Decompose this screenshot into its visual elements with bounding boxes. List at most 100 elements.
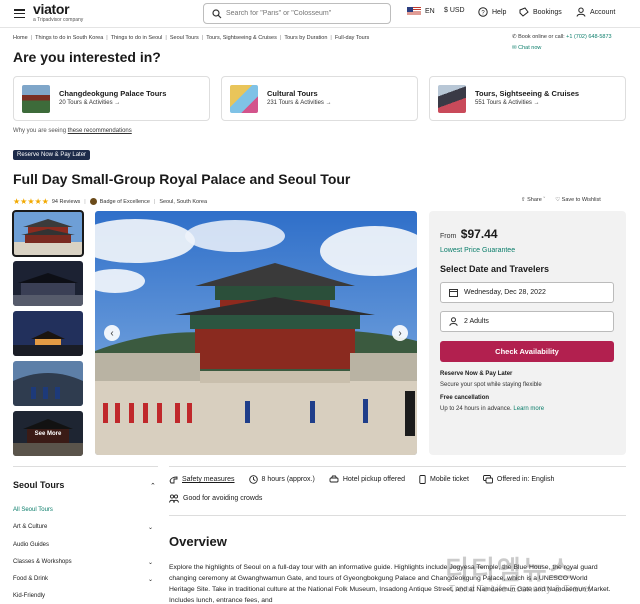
menu-icon[interactable] bbox=[14, 9, 25, 18]
logo[interactable]: viator a Tripadvisor company bbox=[33, 1, 83, 23]
breadcrumb-separator: | bbox=[106, 35, 108, 41]
product-title: Full Day Small-Group Royal Palace and Se… bbox=[13, 171, 351, 187]
gallery-thumbnail[interactable] bbox=[13, 311, 83, 356]
wishlist-button[interactable]: ♡ Save to Wishlist bbox=[555, 197, 601, 203]
search-input[interactable] bbox=[226, 10, 376, 17]
recommendations-link[interactable]: these recommendations bbox=[68, 128, 132, 134]
breadcrumb-item[interactable]: Full-day Tours bbox=[335, 35, 369, 41]
overview-heading: Overview bbox=[169, 534, 227, 549]
sidebar-item-label: Food & Drink bbox=[13, 576, 49, 583]
sidebar-item-audio-guides[interactable]: Audio Guides bbox=[13, 542, 153, 559]
cancellation-info: Free cancellation Up to 24 hours in adva… bbox=[440, 393, 615, 415]
sidebar-item-label: Classes & Workshops bbox=[13, 558, 72, 565]
card-thumbnail bbox=[230, 84, 258, 113]
share-icon: ⇧ bbox=[521, 197, 526, 203]
chat-icon: ✉ bbox=[512, 45, 517, 51]
safety-label: Safety measures bbox=[182, 476, 235, 483]
chevron-up-icon[interactable]: ⌃ bbox=[150, 482, 156, 490]
account-link[interactable]: Account bbox=[576, 7, 615, 17]
excellence-label: Badge of Excellence bbox=[99, 198, 150, 205]
speech-bubble-icon bbox=[482, 475, 493, 484]
help-label: Help bbox=[492, 8, 507, 16]
card-count: 551 Tours & Activities → bbox=[475, 100, 540, 106]
sidebar-item-label: Art & Culture bbox=[13, 524, 48, 531]
chevron-right-icon: › bbox=[398, 327, 402, 339]
account-label: Account bbox=[590, 8, 616, 16]
phone-number[interactable]: +1 (702) 648-5873 bbox=[566, 34, 611, 40]
separator: | bbox=[153, 198, 156, 205]
card-thumbnail bbox=[22, 84, 50, 113]
sidebar-item-art-culture[interactable]: Art & Culture ⌄ bbox=[13, 524, 153, 541]
see-more-thumbnail[interactable]: See More bbox=[13, 411, 83, 456]
bookings-link[interactable]: Bookings bbox=[519, 7, 562, 17]
interest-card[interactable]: Changdeokgung Palace Tours 20 Tours & Act… bbox=[13, 76, 210, 121]
gallery-thumbnail[interactable] bbox=[13, 261, 83, 306]
breadcrumb-item[interactable]: Tours by Duration bbox=[284, 35, 327, 41]
learn-more-link[interactable]: Learn more bbox=[513, 406, 544, 412]
search-box[interactable] bbox=[203, 3, 391, 24]
chat-label: Chat now bbox=[518, 45, 542, 51]
sidebar-item-all-seoul-tours[interactable]: All Seoul Tours bbox=[13, 507, 153, 524]
sidebar-title: Seoul Tours bbox=[13, 480, 65, 490]
interest-card[interactable]: Tours, Sightseeing & Cruises 551 Tours & … bbox=[429, 76, 626, 121]
divider bbox=[169, 515, 626, 516]
breadcrumb-separator: | bbox=[201, 35, 204, 41]
lowest-price-guarantee[interactable]: Lowest Price Guarantee bbox=[440, 247, 615, 254]
safety-measures-link[interactable]: Safety measures bbox=[169, 475, 235, 484]
help-icon: ? bbox=[478, 7, 488, 17]
currency-selector[interactable]: $ USD bbox=[444, 7, 465, 14]
breadcrumb-item[interactable]: Seoul Tours bbox=[170, 35, 199, 41]
location-label[interactable]: Seoul, South Korea bbox=[159, 199, 207, 205]
overview-text: Explore the highlights of Seoul on a ful… bbox=[169, 564, 611, 604]
travelers-picker[interactable]: 2 Adults bbox=[440, 311, 614, 332]
chevron-down-icon: ⌄ bbox=[147, 525, 153, 532]
duration-label: 8 hours (approx.) bbox=[261, 476, 315, 483]
brand-subtitle: a Tripadvisor company bbox=[33, 17, 84, 23]
why-text: Why you are seeing bbox=[13, 128, 67, 134]
night-photo-icon bbox=[13, 261, 83, 306]
from-label: From bbox=[440, 233, 457, 240]
sidebar-item-kid-friendly[interactable]: Kid-Friendly bbox=[13, 593, 153, 604]
language-selector[interactable]: EN bbox=[407, 7, 435, 16]
book-label: Book online or call: bbox=[518, 34, 565, 40]
sidebar-item-classes-workshops[interactable]: Classes & Workshops ⌄ bbox=[13, 559, 153, 576]
ticket-feature: Mobile ticket bbox=[419, 475, 469, 484]
breadcrumb-item[interactable]: Home bbox=[13, 35, 28, 41]
gallery-thumbnail[interactable] bbox=[13, 361, 83, 406]
product-meta: ★★★★★ 94 Reviews | Badge of Excellence |… bbox=[13, 197, 207, 206]
person-icon bbox=[449, 317, 458, 326]
card-title: Changdeokgung Palace Tours bbox=[59, 89, 167, 98]
brand-name: viator bbox=[33, 1, 70, 17]
check-availability-button[interactable]: Check Availability bbox=[440, 341, 614, 362]
chat-link[interactable]: ✉ Chat now bbox=[512, 45, 541, 51]
cancellation-title: Free cancellation bbox=[440, 395, 490, 401]
help-link[interactable]: ? Help bbox=[478, 7, 506, 17]
card-count: 20 Tours & Activities → bbox=[59, 100, 121, 106]
breadcrumb-item[interactable]: Things to do in South Korea bbox=[35, 35, 103, 41]
date-picker[interactable]: Wednesday, Dec 28, 2022 bbox=[440, 282, 614, 303]
sidebar-item-label: All Seoul Tours bbox=[13, 507, 53, 513]
features-row: Safety measures 8 hours (approx.) Hotel … bbox=[169, 475, 554, 484]
interest-card[interactable]: Cultural Tours 231 Tours & Activities → bbox=[221, 76, 418, 121]
breadcrumb-item[interactable]: Tours, Sightseeing & Cruises bbox=[206, 35, 277, 41]
share-button[interactable]: ⇧ Share ˇ bbox=[521, 197, 545, 203]
user-icon bbox=[576, 7, 586, 17]
prev-image-button[interactable]: ‹ bbox=[104, 325, 120, 341]
sidebar-item-label: Audio Guides bbox=[13, 541, 50, 548]
heart-icon: ♡ bbox=[555, 197, 561, 203]
rating-stars-icon: ★★★★★ bbox=[13, 197, 49, 206]
cancellation-text: Up to 24 hours in advance. bbox=[440, 406, 512, 412]
search-icon bbox=[212, 8, 222, 18]
breadcrumb-item[interactable]: Things to do in Seoul bbox=[111, 35, 163, 41]
card-title: Cultural Tours bbox=[267, 89, 318, 98]
gallery-thumbnail[interactable] bbox=[12, 210, 84, 257]
breadcrumb-separator: | bbox=[330, 35, 332, 41]
crowds-feature: Good for avoiding crowds bbox=[169, 494, 262, 503]
car-icon bbox=[329, 475, 339, 483]
pickup-label: Hotel pickup offered bbox=[342, 476, 405, 483]
duration-feature: 8 hours (approx.) bbox=[248, 475, 315, 484]
next-image-button[interactable]: › bbox=[392, 325, 408, 341]
sidebar-item-food-drink[interactable]: Food & Drink ⌄ bbox=[13, 576, 153, 593]
chevron-down-icon: ⌄ bbox=[147, 559, 153, 566]
reviews-link[interactable]: 94 Reviews bbox=[52, 199, 80, 205]
